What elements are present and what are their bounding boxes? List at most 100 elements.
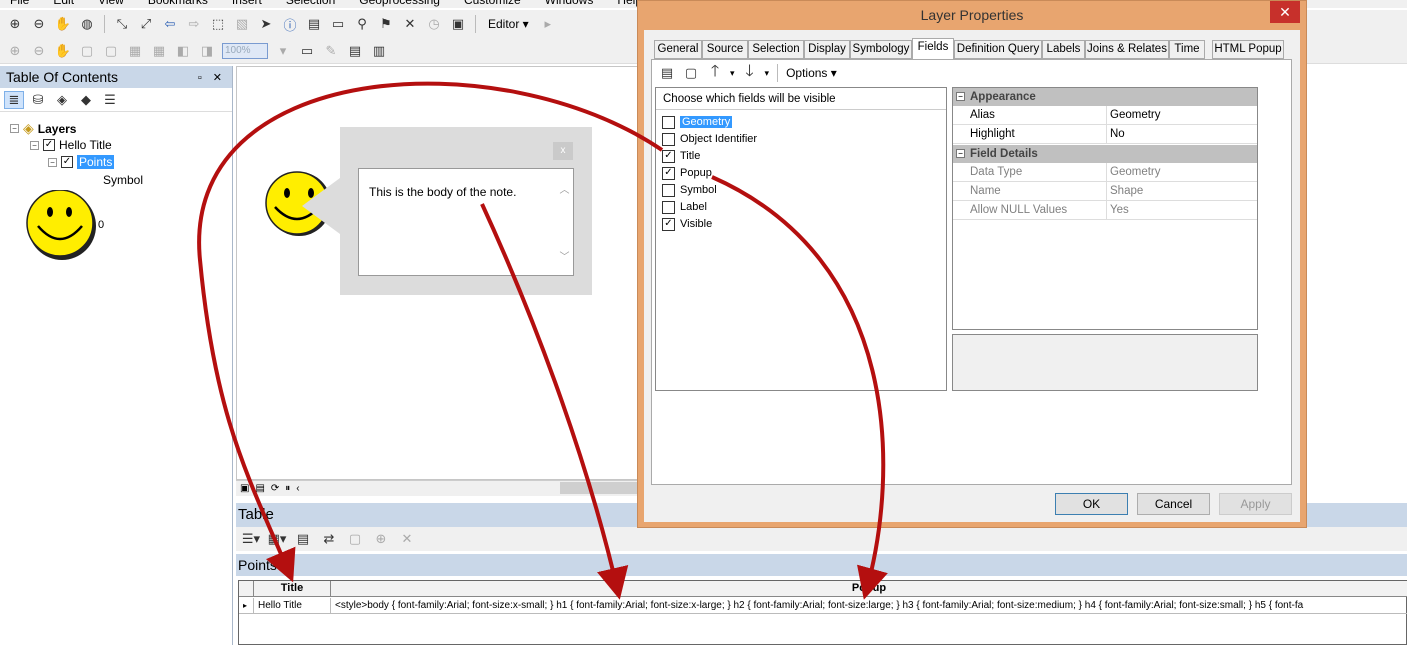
legend-smiley-icon[interactable] (24, 190, 100, 262)
editor-menu-button[interactable]: Editor ▾ (484, 17, 533, 31)
tab-fields[interactable]: Fields (912, 38, 954, 60)
tab-selection[interactable]: Selection (748, 40, 804, 59)
collapse-icon[interactable]: − (10, 124, 19, 133)
focus-data-frame-icon[interactable]: ✎ (322, 42, 340, 60)
field-row-geometry[interactable]: Geometry (662, 114, 733, 130)
note-scrollbar[interactable]: ︿ ﹀ (556, 169, 573, 275)
apply-button[interactable]: Apply (1219, 493, 1292, 515)
globe-icon[interactable]: ◍ (78, 15, 96, 33)
list-by-visibility-icon[interactable]: ◈ (52, 91, 72, 109)
select-by-attributes-icon[interactable]: ▤ (294, 530, 312, 548)
table-options-icon[interactable]: ☰▾ (242, 530, 260, 548)
property-value-input[interactable]: Geometry (1110, 106, 1161, 125)
category-appearance[interactable]: − Appearance (953, 88, 1257, 106)
tab-time[interactable]: Time (1169, 40, 1205, 59)
layout-zoom-out-icon[interactable]: ⊖ (30, 42, 48, 60)
clear-selection-icon[interactable]: ▧ (233, 15, 251, 33)
fixed-zoom-in-layout-icon[interactable]: ▦ (126, 42, 144, 60)
move-up-dropdown-icon[interactable]: ▾ (730, 68, 735, 79)
field-checkbox[interactable] (662, 183, 675, 197)
zoom-dropdown-icon[interactable]: ▾ (274, 42, 292, 60)
layout-view-icon[interactable]: ▤ (255, 483, 264, 494)
ok-button[interactable]: OK (1055, 493, 1128, 515)
forward-arrow-icon[interactable]: ⇨ (185, 15, 203, 33)
property-value-select[interactable]: No (1110, 125, 1125, 144)
field-row-title[interactable]: ✓ Title (662, 148, 700, 164)
field-checkbox[interactable]: ✓ (662, 149, 675, 163)
fixed-zoom-out-icon[interactable]: ⤢ (137, 15, 155, 33)
scroll-down-icon[interactable]: ﹀ (560, 248, 570, 263)
menu-windows[interactable]: Windows (535, 0, 608, 8)
field-row-popup[interactable]: ✓ Popup (662, 165, 712, 181)
refresh-icon[interactable]: ⟳ (271, 483, 279, 494)
menu-insert[interactable]: Insert (222, 0, 276, 8)
field-checkbox[interactable] (662, 115, 675, 129)
move-down-icon[interactable]: 🡓 (741, 63, 759, 82)
note-close-button[interactable]: x (553, 142, 573, 160)
pan-hand-icon[interactable]: ✋ (54, 15, 72, 33)
table-tab-points[interactable]: Points (236, 554, 1407, 576)
cancel-button[interactable]: Cancel (1137, 493, 1210, 515)
zoom-in-icon[interactable]: ⊕ (6, 15, 24, 33)
field-row-symbol[interactable]: Symbol (662, 182, 717, 198)
zoom-whole-page-icon[interactable]: ▢ (78, 42, 96, 60)
previous-extent-icon[interactable]: ◧ (174, 42, 192, 60)
zoom-percent-input[interactable]: 100% (222, 42, 268, 59)
layer-visibility-checkbox[interactable]: ✓ (43, 139, 55, 151)
map-horizontal-scrollbar[interactable] (560, 482, 640, 494)
table-cell-title[interactable]: Hello Title (254, 598, 331, 614)
dialog-close-button[interactable]: ✕ (1270, 1, 1300, 23)
select-pointer-icon[interactable]: ➤ (257, 15, 275, 33)
pause-drawing-icon[interactable]: ⏸ (285, 483, 290, 494)
measure-icon[interactable]: ▭ (329, 15, 347, 33)
collapse-icon[interactable]: − (956, 149, 965, 158)
tab-general[interactable]: General (654, 40, 702, 59)
zoom-out-icon[interactable]: ⊖ (30, 15, 48, 33)
collapse-icon[interactable]: − (956, 92, 965, 101)
tab-html-popup[interactable]: HTML Popup (1212, 40, 1284, 59)
tree-row-layers[interactable]: − ◈ Layers (10, 120, 76, 137)
turn-all-fields-off-icon[interactable]: ▢ (682, 64, 700, 82)
table-cell-popup[interactable]: <style>body { font-family:Arial; font-si… (331, 598, 1407, 614)
menu-edit[interactable]: Edit (43, 0, 88, 8)
field-checkbox[interactable] (662, 200, 675, 214)
move-down-dropdown-icon[interactable]: ▾ (765, 68, 770, 79)
field-checkbox[interactable] (662, 132, 675, 146)
field-checkbox[interactable]: ✓ (662, 166, 675, 180)
field-row-visible[interactable]: ✓ Visible (662, 216, 712, 232)
select-features-icon[interactable]: ⬚ (209, 15, 227, 33)
tab-labels[interactable]: Labels (1042, 40, 1085, 59)
zoom-100-icon[interactable]: ▢ (102, 42, 120, 60)
next-extent-icon[interactable]: ◨ (198, 42, 216, 60)
change-layout-icon[interactable]: ▤ (346, 42, 364, 60)
viewer-window-icon[interactable]: ▣ (449, 15, 467, 33)
options-menu-button[interactable]: Options ▾ (786, 66, 837, 80)
tab-display[interactable]: Display (804, 40, 850, 59)
goto-xy-icon[interactable]: ✕ (401, 15, 419, 33)
delete-selected-icon[interactable]: ✕ (398, 530, 416, 548)
collapse-icon[interactable]: − (30, 140, 39, 150)
tab-definition-query[interactable]: Definition Query (954, 40, 1042, 59)
identify-icon[interactable]: ⓘ (281, 15, 299, 33)
menu-customize[interactable]: Customize (454, 0, 535, 8)
fixed-zoom-out-layout-icon[interactable]: ▦ (150, 42, 168, 60)
field-checkbox[interactable]: ✓ (662, 217, 675, 231)
tab-source[interactable]: Source (702, 40, 748, 59)
menu-file[interactable]: File (0, 0, 43, 8)
menu-bookmarks[interactable]: Bookmarks (138, 0, 222, 8)
column-header-popup[interactable]: Popup (331, 581, 1407, 597)
html-popup-icon[interactable]: ▤ (305, 15, 323, 33)
find-binoculars-icon[interactable]: ⚲ (353, 15, 371, 33)
time-slider-icon[interactable]: ◷ (425, 15, 443, 33)
list-by-source-icon[interactable]: ⛁ (28, 91, 48, 109)
related-tables-icon[interactable]: ▦▾ (268, 530, 287, 548)
layout-zoom-in-icon[interactable]: ⊕ (6, 42, 24, 60)
switch-selection-icon[interactable]: ⇄ (320, 530, 338, 548)
turn-all-fields-on-icon[interactable]: ▤ (658, 64, 676, 82)
move-up-icon[interactable]: 🡑 (706, 63, 724, 82)
scroll-up-icon[interactable]: ︿ (560, 181, 570, 196)
layer-visibility-checkbox[interactable]: ✓ (61, 156, 73, 168)
data-view-icon[interactable]: ▣ (240, 483, 249, 494)
column-header-title[interactable]: Title (254, 581, 331, 597)
list-by-drawing-order-icon[interactable]: ≣ (4, 90, 24, 109)
